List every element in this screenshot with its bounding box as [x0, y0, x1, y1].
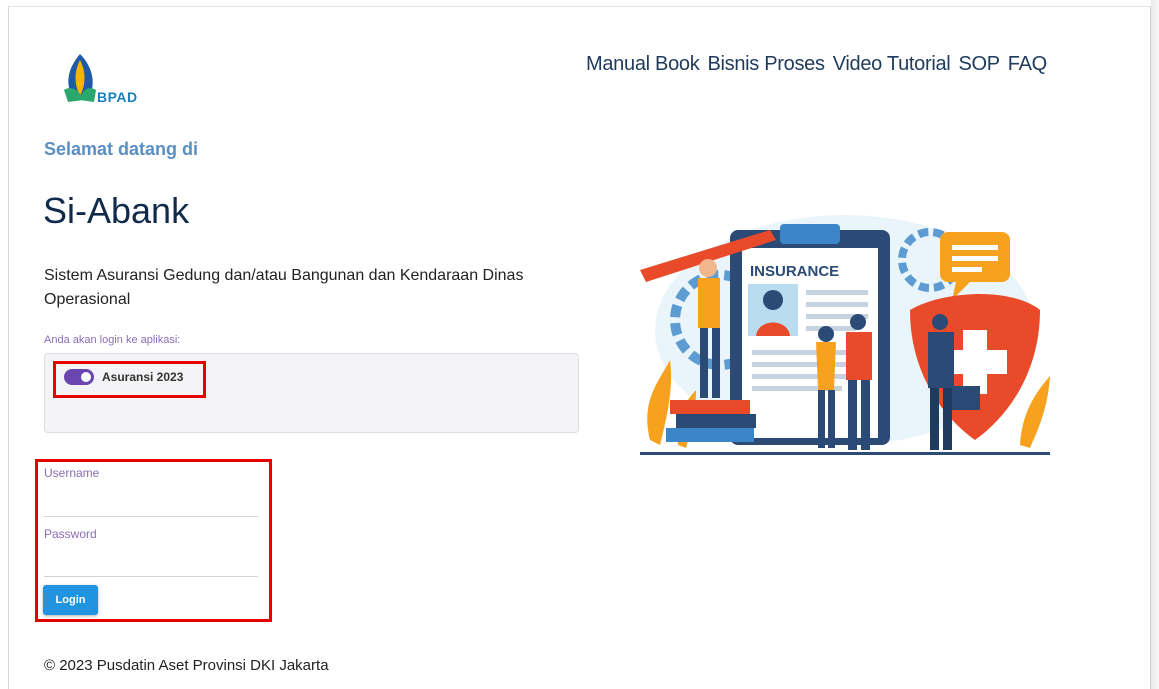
app-title: Si-Abank [43, 190, 190, 231]
right-shadow [1151, 0, 1159, 689]
login-note: Anda akan login ke aplikasi: [44, 334, 181, 346]
nav-bisnis-proses[interactable]: Bisnis Proses [707, 53, 825, 76]
welcome-text: Selamat datang di [44, 139, 199, 159]
footer-text: © 2023 Pusdatin Aset Provinsi DKI Jakart… [44, 657, 329, 674]
highlight-box-app [53, 361, 206, 398]
insurance-badge-text: INSURANCE [750, 263, 839, 280]
nav-faq[interactable]: FAQ [1008, 53, 1047, 76]
highlight-box-form [35, 459, 272, 622]
logo-text: BPAD [97, 89, 138, 105]
app-description: Sistem Asuransi Gedung dan/atau Bangunan… [44, 267, 524, 308]
nav-video-tutorial[interactable]: Video Tutorial [833, 53, 951, 76]
nav-manual-book[interactable]: Manual Book [586, 53, 700, 76]
top-nav: Manual Book Bisnis Proses Video Tutorial… [586, 53, 1047, 76]
nav-sop[interactable]: SOP [958, 53, 1000, 76]
insurance-illustration: INSURANCE [640, 215, 1050, 455]
